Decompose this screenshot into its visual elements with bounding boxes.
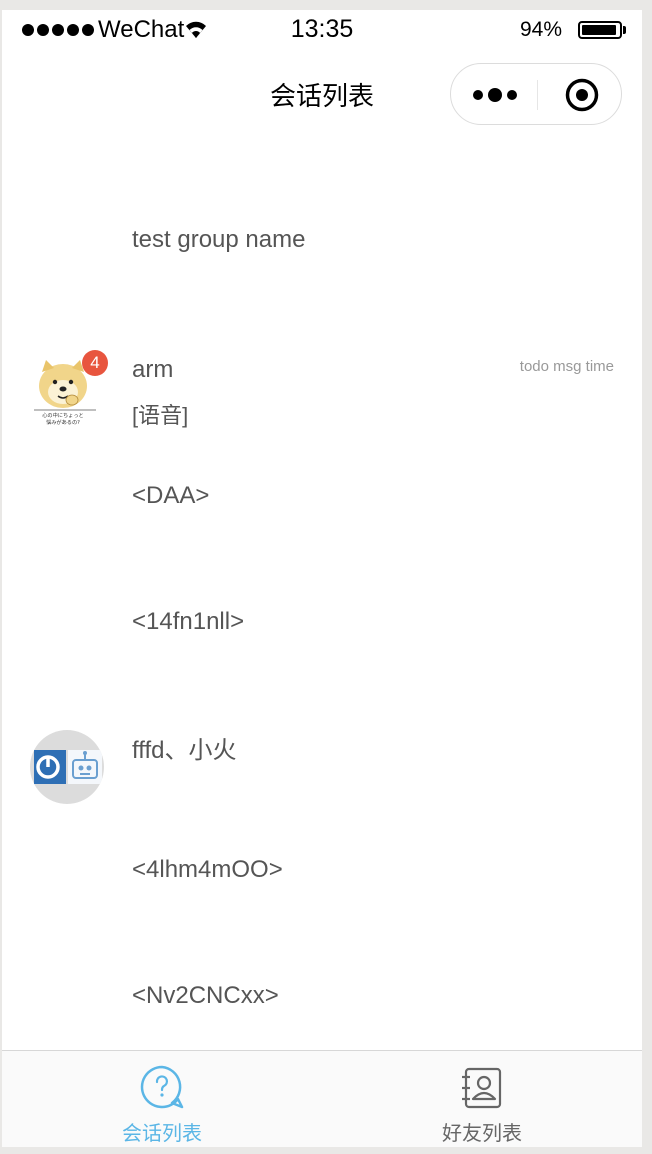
contacts-book-icon [462,1067,502,1109]
battery-nub [623,26,626,34]
conversation-name: <4lhm4mOO> [132,856,283,883]
close-miniprogram-icon[interactable] [565,78,599,112]
chat-bubble-question-icon [140,1065,184,1109]
phone-screen: WeChat 13:35 94% 会话列表 test group name 心の… [2,10,642,1147]
conversation-name: fffd、小火 [132,737,237,764]
unread-badge: 4 [82,350,108,376]
conversation-item[interactable]: test group name [2,170,642,296]
conversation-item[interactable]: <Nv2CNCxx> [2,926,642,1052]
conversation-name: <14fn1nll> [132,608,245,635]
conversation-item[interactable]: 心の中にちょっと 悩みがあるの? 4 arm todo msg time [语音… [2,296,642,428]
more-icon[interactable] [473,88,517,102]
conversation-item[interactable]: fffd、小火 [2,674,642,804]
tab-conversations[interactable]: 会话列表 [2,1051,322,1147]
conversation-name: <Nv2CNCxx> [132,982,279,1009]
avatar-group [30,730,104,804]
status-bar: WeChat 13:35 94% [2,10,642,50]
conversation-item[interactable]: <4lhm4mOO> [2,800,642,926]
conversation-item[interactable]: <DAA> [2,422,642,548]
menu-capsule [450,63,622,125]
capsule-divider [537,80,538,110]
message-time: todo msg time [519,358,614,375]
battery-percent: 94% [520,18,563,41]
conversation-name: arm [132,356,174,383]
group-avatar-icon [34,750,102,784]
battery-icon [578,21,622,39]
tab-label: 好友列表 [442,1123,522,1145]
conversation-item[interactable]: <14fn1nll> [2,548,642,674]
conversation-name: <DAA> [132,482,210,509]
meme-caption-line-1: 心の中にちょっと [42,411,84,419]
tab-bar: 会话列表 好友列表 [2,1050,642,1147]
tab-label: 会话列表 [122,1123,202,1145]
conversation-name: test group name [132,226,306,253]
tab-friends[interactable]: 好友列表 [322,1051,642,1147]
